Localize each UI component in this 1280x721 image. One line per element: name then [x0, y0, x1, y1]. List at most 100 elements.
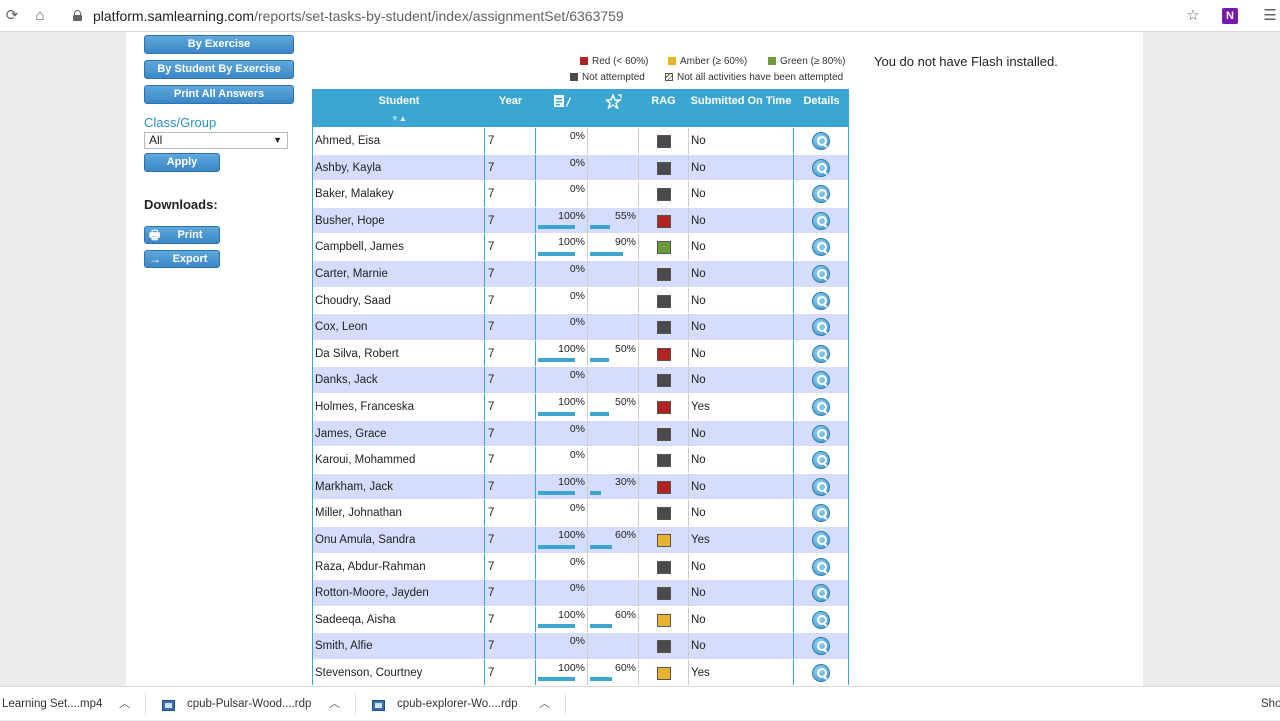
rag-cell: [639, 554, 688, 580]
completion-cell: 0%: [536, 633, 588, 659]
magnifier-details-icon[interactable]: [812, 318, 830, 337]
download-item-pulsar[interactable]: cpub-Pulsar-Wood....rdp: [187, 687, 311, 721]
home-icon[interactable]: ⌂: [30, 6, 50, 26]
magnifier-details-icon[interactable]: [812, 211, 830, 230]
magnifier-details-icon[interactable]: [812, 264, 830, 283]
magnifier-details-icon[interactable]: [812, 477, 830, 496]
score-bar: [590, 491, 601, 496]
apply-button[interactable]: Apply: [144, 153, 220, 172]
show-all-downloads-button[interactable]: Sho: [1261, 687, 1280, 721]
by-exercise-button[interactable]: By Exercise: [144, 35, 294, 54]
completion-value: 0%: [569, 635, 585, 648]
by-student-by-exercise-button[interactable]: By Student By Exercise: [144, 60, 294, 79]
magnifier-details-icon[interactable]: [812, 238, 830, 257]
completion-cell: 0%: [536, 128, 588, 154]
downloads-bar: Learning Set....mp4 ︿ cpub-Pulsar-Wood..…: [0, 686, 1280, 720]
table-row: James, Grace 7 0% No: [313, 419, 848, 447]
year-header[interactable]: Year: [485, 89, 536, 127]
details-cell: [794, 128, 849, 154]
magnifier-details-icon[interactable]: [812, 291, 830, 310]
rag-header[interactable]: RAG: [639, 89, 688, 127]
score-header[interactable]: [588, 89, 639, 127]
completion-header[interactable]: [536, 89, 588, 127]
star-bookmark-icon[interactable]: ☆: [1183, 6, 1203, 26]
reading-list-icon[interactable]: ☰: [1260, 6, 1280, 26]
magnifier-details-icon[interactable]: [812, 663, 830, 682]
student-year: 7: [485, 314, 536, 340]
rag-status-square: [657, 161, 671, 175]
magnifier-details-icon[interactable]: [812, 610, 830, 629]
table-row: Onu Amula, Sandra 7 100% 60% Yes: [313, 525, 848, 553]
chevron-up-icon[interactable]: ︿: [539, 687, 550, 721]
submitted-on-time: No: [688, 500, 794, 526]
sort-asc-icon[interactable]: ▼▲: [391, 111, 407, 126]
class-group-select[interactable]: All ▼: [144, 132, 288, 149]
rag-status-square: [657, 454, 671, 468]
reload-icon[interactable]: ⟳: [2, 6, 22, 26]
rag-status-square: [657, 666, 671, 680]
address-bar[interactable]: platform.samlearning.com/reports/set-tas…: [93, 8, 624, 24]
legend-amber: Amber (≥ 60%): [668, 56, 747, 67]
magnifier-details-icon[interactable]: [812, 132, 830, 150]
completion-value: 0%: [569, 422, 585, 435]
legend-not-attempted-label: Not attempted: [582, 72, 645, 83]
rag-cell: [639, 261, 688, 287]
student-header[interactable]: Student ▼▲: [313, 89, 485, 127]
magnifier-details-icon[interactable]: [812, 424, 830, 443]
magnifier-details-icon[interactable]: [812, 504, 830, 523]
student-year: 7: [485, 420, 536, 447]
completion-bar: [538, 677, 575, 682]
completion-cell: 0%: [536, 314, 588, 340]
completion-value: 100%: [558, 661, 585, 674]
table-row: Campbell, James 7 100% 90% No: [313, 233, 848, 260]
completion-cell: 100%: [536, 606, 588, 633]
rag-status-square: [657, 587, 671, 601]
magnifier-details-icon[interactable]: [812, 530, 830, 549]
submitted-header[interactable]: Submitted On Time: [688, 89, 794, 127]
chevron-up-icon[interactable]: ︿: [329, 687, 340, 721]
table-row: Choudry, Saad 7 0% No: [313, 286, 848, 314]
magnifier-details-icon[interactable]: [812, 371, 830, 390]
lock-icon[interactable]: [73, 10, 82, 21]
magnifier-details-icon[interactable]: [812, 397, 830, 416]
print-all-answers-button[interactable]: Print All Answers: [144, 85, 294, 104]
export-button[interactable]: → Export: [144, 250, 220, 268]
onenote-extension-icon[interactable]: N: [1222, 8, 1238, 24]
magnifier-details-icon[interactable]: [812, 344, 830, 363]
magnifier-details-icon[interactable]: [812, 584, 830, 603]
download-item-explorer[interactable]: cpub-explorer-Wo....rdp: [397, 687, 518, 721]
student-name: Busher, Hope: [313, 207, 485, 234]
legend-red: Red (< 60%): [580, 56, 648, 67]
rag-status-square: [657, 533, 671, 547]
magnifier-details-icon[interactable]: [812, 637, 830, 656]
magnifier-details-icon[interactable]: [812, 185, 830, 204]
student-name: Markham, Jack: [313, 473, 485, 500]
download-item-mp4[interactable]: Learning Set....mp4: [2, 687, 102, 721]
amber-swatch: [668, 57, 676, 65]
submitted-on-time: No: [688, 340, 794, 367]
completion-cell: 0%: [536, 287, 588, 314]
magnifier-details-icon[interactable]: [812, 158, 830, 177]
details-cell: [794, 554, 849, 580]
completion-cell: 0%: [536, 447, 588, 473]
rag-status-square: [657, 321, 671, 335]
completion-value: 0%: [569, 502, 585, 515]
score-cell: 55%: [588, 207, 639, 234]
print-button[interactable]: 🖶 Print: [144, 226, 220, 244]
score-cell: 60%: [588, 526, 639, 553]
chevron-up-icon[interactable]: ︿: [119, 687, 130, 721]
magnifier-details-icon[interactable]: [812, 451, 830, 470]
table-row: Danks, Jack 7 0% No: [313, 366, 848, 393]
rag-cell: [639, 288, 688, 314]
submitted-on-time: No: [688, 447, 794, 473]
table-row: Smith, Alfie 7 0% No: [313, 632, 848, 659]
completion-value: 0%: [569, 289, 585, 302]
completion-cell: 100%: [536, 473, 588, 500]
magnifier-details-icon[interactable]: [812, 557, 830, 576]
student-year: 7: [485, 234, 536, 260]
rag-status-square: [657, 241, 671, 255]
download-divider: [145, 693, 146, 715]
table-row: Raza, Abdur-Rahman 7 0% No: [313, 552, 849, 580]
legend-not-all: Not all activities have been attempted: [665, 72, 843, 83]
completion-cell: 100%: [536, 393, 588, 420]
